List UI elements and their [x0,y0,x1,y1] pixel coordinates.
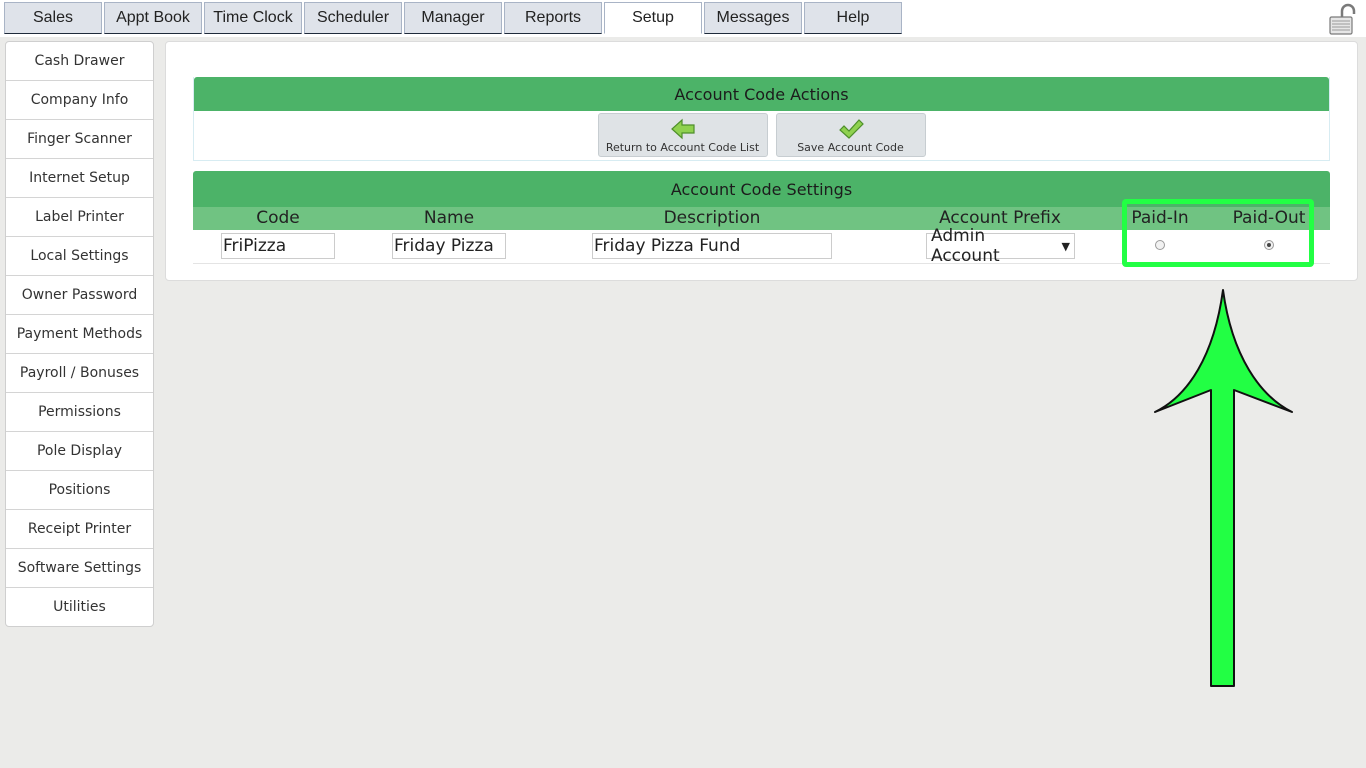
tab-sales[interactable]: Sales [4,2,102,34]
column-header-account-prefix: Account Prefix [939,208,1061,228]
sidebar-item-utilities[interactable]: Utilities [6,588,153,626]
name-input[interactable]: Friday Pizza [392,233,506,259]
tab-scheduler[interactable]: Scheduler [304,2,402,34]
settings-column-headers: Code Name Description Account Prefix Pai… [193,207,1330,230]
tab-appt-book[interactable]: Appt Book [104,2,202,34]
tab-time-clock[interactable]: Time Clock [204,2,302,34]
account-prefix-select[interactable]: Admin Account ▼ [926,226,1075,266]
main-tabs: Sales Appt Book Time Clock Scheduler Man… [4,2,904,34]
sidebar-item-local-settings[interactable]: Local Settings [6,237,153,276]
sidebar-item-positions[interactable]: Positions [6,471,153,510]
sidebar-item-receipt-printer[interactable]: Receipt Printer [6,510,153,549]
sidebar-item-payroll-bonuses[interactable]: Payroll / Bonuses [6,354,153,393]
sidebar-item-pole-display[interactable]: Pole Display [6,432,153,471]
sidebar-item-company-info[interactable]: Company Info [6,81,153,120]
actions-button-row: Return to Account Code List Save Account… [194,111,1329,157]
column-header-paid-out: Paid-Out [1232,208,1306,228]
sidebar-item-cash-drawer[interactable]: Cash Drawer [6,42,153,81]
sidebar-item-owner-password[interactable]: Owner Password [6,276,153,315]
account-code-actions: Account Code Actions Return to Account C… [193,77,1330,161]
column-header-name: Name [423,208,475,228]
account-code-settings: Account Code Settings Code Name Descript… [193,171,1330,266]
top-nav-bar: Sales Appt Book Time Clock Scheduler Man… [0,0,1366,37]
green-checkmark-icon [838,119,864,139]
column-header-description: Description [663,208,761,228]
unlocked-padlock-icon[interactable] [1328,3,1358,35]
return-button-label: Return to Account Code List [605,141,760,154]
settings-heading: Account Code Settings [193,171,1330,207]
account-prefix-value: Admin Account [931,226,1000,266]
dropdown-arrow-icon: ▼ [1061,239,1070,253]
actions-heading: Account Code Actions [194,77,1329,111]
green-left-arrow-icon [670,118,695,140]
column-header-paid-in: Paid-In [1131,208,1189,228]
account-code-row: FriPizza Friday Pizza Friday Pizza Fund … [193,226,1330,266]
paid-in-radio[interactable] [1155,240,1165,250]
tab-manager[interactable]: Manager [404,2,502,34]
main-panel: Account Code Actions Return to Account C… [165,41,1358,281]
sidebar-item-label-printer[interactable]: Label Printer [6,198,153,237]
tab-setup[interactable]: Setup [604,2,702,34]
tab-reports[interactable]: Reports [504,2,602,34]
setup-sidebar: Cash Drawer Company Info Finger Scanner … [5,41,154,627]
save-account-code-button[interactable]: Save Account Code [775,113,926,157]
tab-messages[interactable]: Messages [704,2,802,34]
sidebar-item-software-settings[interactable]: Software Settings [6,549,153,588]
save-button-label: Save Account Code [797,141,904,154]
sidebar-item-finger-scanner[interactable]: Finger Scanner [6,120,153,159]
sidebar-item-payment-methods[interactable]: Payment Methods [6,315,153,354]
tab-help[interactable]: Help [804,2,902,34]
paid-out-radio[interactable] [1264,240,1274,250]
sidebar-item-internet-setup[interactable]: Internet Setup [6,159,153,198]
return-to-list-button[interactable]: Return to Account Code List [597,113,768,157]
up-arrow-annotation-icon [1150,286,1300,694]
column-header-code: Code [256,208,300,228]
description-input[interactable]: Friday Pizza Fund [592,233,832,259]
sidebar-item-permissions[interactable]: Permissions [6,393,153,432]
code-input[interactable]: FriPizza [221,233,335,259]
